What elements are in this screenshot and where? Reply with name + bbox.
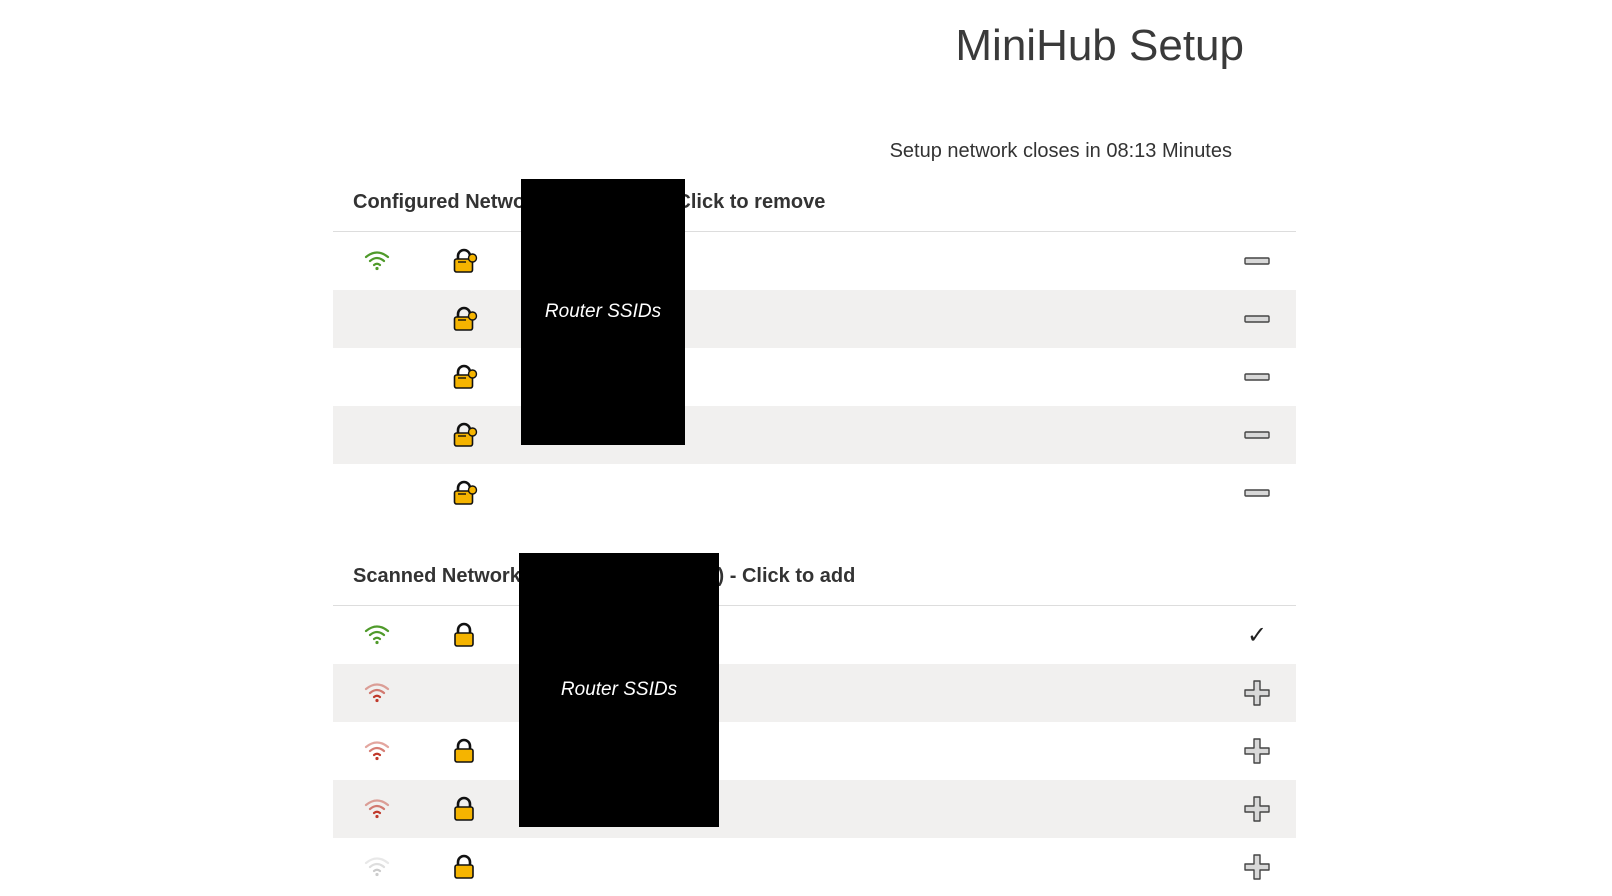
page-title: MiniHub Setup xyxy=(955,21,1244,70)
add-network-button[interactable] xyxy=(1240,734,1274,768)
scanned-networks-heading: Scanned Networks (01:21 Minutes ago) - C… xyxy=(333,547,1296,606)
add-network-button[interactable] xyxy=(1240,676,1274,710)
configured-network-row[interactable] xyxy=(333,464,1296,522)
lock-icon xyxy=(452,480,478,506)
ssid-redaction-box: Router SSIDs xyxy=(521,179,685,445)
ssid-redaction-box: Router SSIDs xyxy=(519,553,719,827)
lock-icon xyxy=(452,854,476,880)
remove-network-button[interactable] xyxy=(1240,360,1274,394)
scanned-network-row[interactable]: ✓ xyxy=(333,606,1296,664)
lock-icon xyxy=(452,422,478,448)
add-network-button[interactable] xyxy=(1240,792,1274,826)
scanned-network-row[interactable] xyxy=(333,838,1296,896)
redaction-label: Router SSIDs xyxy=(544,301,662,322)
lock-icon xyxy=(452,248,478,274)
lock-icon xyxy=(452,738,476,764)
configured-networks-section: Configured Networks (5 / 8 max) - Click … xyxy=(333,173,1296,522)
remove-network-button[interactable] xyxy=(1240,418,1274,452)
add-network-button[interactable] xyxy=(1240,850,1274,884)
redaction-label: Router SSIDs xyxy=(560,679,678,700)
remove-network-button[interactable] xyxy=(1240,302,1274,336)
wifi-signal-icon xyxy=(363,796,391,820)
lock-icon xyxy=(452,622,476,648)
configured-network-row[interactable] xyxy=(333,290,1296,348)
scanned-network-row[interactable] xyxy=(333,722,1296,780)
configured-network-row[interactable] xyxy=(333,232,1296,290)
wifi-signal-icon xyxy=(363,248,391,272)
scanned-networks-list: ✓ xyxy=(333,606,1296,896)
checkmark-icon: ✓ xyxy=(1246,621,1268,649)
setup-countdown: Setup network closes in 08:13 Minutes xyxy=(889,140,1232,162)
configured-networks-list xyxy=(333,232,1296,522)
network-added-checkmark-icon: ✓ xyxy=(1240,618,1274,652)
configured-network-row[interactable] xyxy=(333,406,1296,464)
lock-icon xyxy=(452,364,478,390)
configured-network-row[interactable] xyxy=(333,348,1296,406)
wifi-signal-icon xyxy=(363,622,391,646)
lock-icon xyxy=(452,796,476,822)
scanned-network-row[interactable] xyxy=(333,780,1296,838)
remove-network-button[interactable] xyxy=(1240,244,1274,278)
wifi-signal-icon xyxy=(363,680,391,704)
lock-icon xyxy=(452,306,478,332)
remove-network-button[interactable] xyxy=(1240,476,1274,510)
scanned-networks-section: Scanned Networks (01:21 Minutes ago) - C… xyxy=(333,547,1296,896)
scanned-network-row[interactable] xyxy=(333,664,1296,722)
wifi-signal-icon xyxy=(363,854,391,878)
wifi-signal-icon xyxy=(363,738,391,762)
configured-networks-heading: Configured Networks (5 / 8 max) - Click … xyxy=(333,173,1296,232)
